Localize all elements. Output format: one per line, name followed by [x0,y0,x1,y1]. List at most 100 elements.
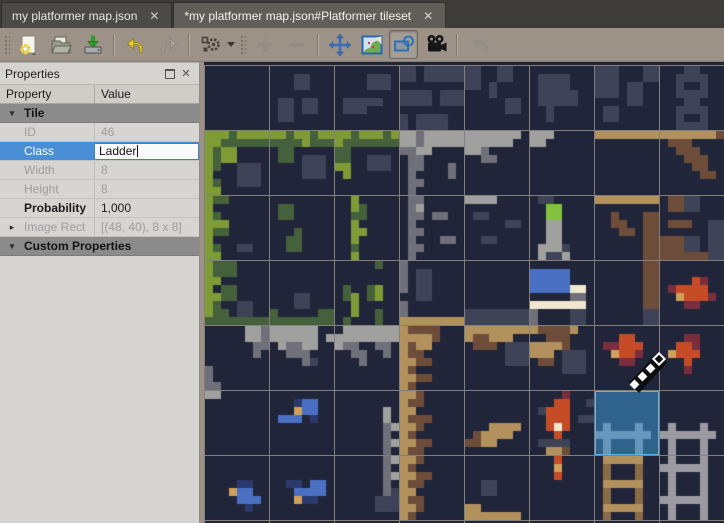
tile-animation-editor-icon[interactable] [421,30,450,59]
tab-map[interactable]: my platformer map.json ✕ [1,2,172,28]
tileset-tile[interactable] [465,66,529,130]
tileset-tile[interactable] [660,261,724,325]
tileset-tile[interactable] [530,196,594,260]
property-group-custom-properties[interactable]: ▾Custom Properties [0,237,199,256]
tileset-tile[interactable] [465,391,529,455]
terrain-sets-icon[interactable] [357,30,386,59]
tileset-tile[interactable] [595,456,659,520]
tab-tileset[interactable]: *my platformer map.json#Platformer tiles… [173,2,446,28]
tileset-tile[interactable] [205,456,269,520]
tile-collision-editor-icon[interactable] [389,30,418,59]
tileset-tile[interactable] [400,456,464,520]
float-panel-button[interactable] [162,66,178,82]
tileset-tile[interactable] [530,261,594,325]
open-file-icon[interactable] [46,30,75,59]
switch-to-map-icon [464,30,493,59]
tileset-tile[interactable] [660,326,724,390]
tileset-tile[interactable] [465,196,529,260]
property-row-width[interactable]: Width8 [0,161,199,180]
tileset-tile[interactable] [465,131,529,195]
tileset-tile[interactable] [595,131,659,195]
tab-close-icon[interactable]: ✕ [147,9,161,23]
tileset-tile[interactable] [595,66,659,130]
tileset-tile[interactable] [270,131,334,195]
tileset-tile[interactable] [335,326,399,390]
tileset-tile[interactable] [205,196,269,260]
property-value: Ladder [94,142,199,160]
tileset-tile[interactable] [205,66,269,130]
tileset-tile[interactable] [660,391,724,455]
tileset-tile[interactable] [400,326,464,390]
properties-titlebar: Properties ✕ [0,63,199,85]
tileset-tile[interactable] [270,66,334,130]
rearrange-tiles-icon[interactable] [325,30,354,59]
tileset-tile[interactable] [205,391,269,455]
close-icon: ✕ [181,67,190,80]
tileset-tile[interactable] [400,131,464,195]
toolbar-separator [317,34,319,56]
new-file-icon[interactable] [14,30,43,59]
tileset-tile[interactable] [335,66,399,130]
dropdown-caret-icon[interactable] [227,42,235,47]
tileset-tile-selected[interactable] [595,391,659,455]
tileset-tile[interactable] [465,326,529,390]
toolbar-separator [188,34,190,56]
class-value-input[interactable]: Ladder [94,143,199,160]
tileset-tile[interactable] [400,261,464,325]
execute-commands-icon[interactable] [196,30,225,59]
tileset-tile[interactable] [335,456,399,520]
tab-close-icon[interactable]: ✕ [421,9,435,23]
tileset-tile[interactable] [660,196,724,260]
property-row-image-rect[interactable]: ▸Image Rect[(48, 40), 8 x 8] [0,218,199,237]
tileset-tile[interactable] [335,261,399,325]
expand-arrow-icon[interactable]: ▸ [0,218,24,236]
tileset-tile[interactable] [335,131,399,195]
tileset-tile[interactable] [595,326,659,390]
tileset-tile[interactable] [270,391,334,455]
tileset-tile[interactable] [530,326,594,390]
tileset-tile[interactable] [530,456,594,520]
close-panel-button[interactable]: ✕ [178,66,194,82]
properties-title: Properties [5,67,60,81]
collapse-arrow-icon[interactable]: ▾ [0,104,24,122]
tileset-tile[interactable] [465,456,529,520]
tileset-tile[interactable] [660,131,724,195]
tileset-tile[interactable] [595,196,659,260]
tileset-tile[interactable] [660,456,724,520]
tileset-tile[interactable] [530,391,594,455]
tileset-tile[interactable] [400,196,464,260]
tileset-tile[interactable] [595,261,659,325]
tileset-tile[interactable] [205,326,269,390]
tileset-tile[interactable] [270,456,334,520]
save-icon[interactable] [78,30,107,59]
undo-icon[interactable] [121,30,150,59]
add-tiles-icon [250,30,279,59]
tileset-tile[interactable] [660,66,724,130]
tab-label: my platformer map.json [12,9,137,23]
property-row-height[interactable]: Height8 [0,180,199,199]
tileset-tile[interactable] [335,196,399,260]
tileset-tile[interactable] [270,326,334,390]
property-row-id[interactable]: ID46 [0,123,199,142]
property-label: Probability [24,201,94,215]
tileset-grid [204,65,724,523]
input-text: Ladder [99,144,136,158]
property-row-probability[interactable]: Probability1,000 [0,199,199,218]
toolbar-handle[interactable] [3,34,10,56]
tileset-tile[interactable] [270,196,334,260]
tileset-tile[interactable] [400,391,464,455]
tileset-tile[interactable] [205,261,269,325]
tileset-tile[interactable] [205,131,269,195]
property-group-tile[interactable]: ▾Tile [0,104,199,123]
tileset-tile[interactable] [270,261,334,325]
tileset-tile[interactable] [530,131,594,195]
tileset-tile[interactable] [465,261,529,325]
tileset-tile[interactable] [530,66,594,130]
redo-icon [153,30,182,59]
toolbar-separator [113,34,115,56]
property-row-class[interactable]: ClassLadder [0,142,199,161]
tileset-tile[interactable] [335,391,399,455]
tileset-tile[interactable] [400,66,464,130]
toolbar-handle-2[interactable] [239,34,246,56]
collapse-arrow-icon[interactable]: ▾ [0,237,24,255]
